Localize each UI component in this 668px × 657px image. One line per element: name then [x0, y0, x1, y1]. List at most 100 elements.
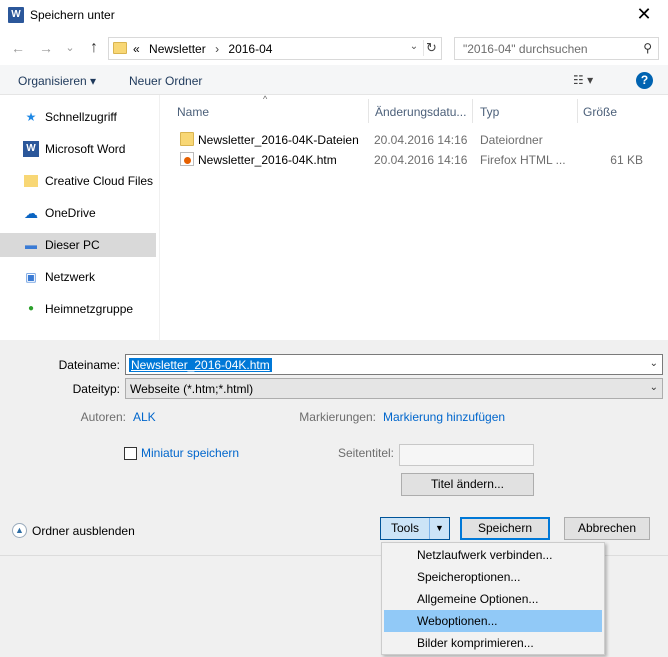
- hide-folders-label: Ordner ausblenden: [32, 524, 135, 538]
- sidebar-item-label: Schnellzugriff: [45, 110, 117, 124]
- breadcrumb-2016-04[interactable]: 2016-04: [228, 42, 272, 56]
- sidebar-item-label: Heimnetzgruppe: [45, 302, 134, 316]
- navigation-bar: ← → ⌄ ↑ « Newsletter › 2016-04 ⌄ ↻ "2016…: [0, 31, 668, 65]
- star-icon: ★: [25, 110, 37, 124]
- breadcrumb-separator-icon: ›: [215, 42, 220, 56]
- command-bar: Organisieren ▾ Neuer Ordner ☷ ▾ ?: [0, 65, 668, 95]
- chevron-down-icon[interactable]: ⌄: [650, 358, 658, 369]
- up-arrow-icon[interactable]: ↑: [84, 38, 104, 58]
- breadcrumb: « Newsletter › 2016-04: [133, 42, 278, 56]
- authors-value[interactable]: ALK: [133, 410, 156, 424]
- title-bar: W Speichern unter ✕: [0, 0, 668, 31]
- breadcrumb-overflow[interactable]: «: [133, 42, 140, 56]
- filename-field[interactable]: Newsletter_2016-04K.htm ⌄: [125, 354, 663, 375]
- authors-label: Autoren:: [80, 410, 126, 424]
- file-name: Newsletter_2016-04K.htm: [198, 153, 337, 167]
- new-folder-button[interactable]: Neuer Ordner: [129, 74, 202, 88]
- sidebar-item-creative-cloud[interactable]: ▭ Creative Cloud Files: [0, 169, 156, 193]
- column-header-name[interactable]: Name: [177, 105, 209, 119]
- sidebar-item-label: Creative Cloud Files: [45, 174, 154, 188]
- tools-menu: Netzlaufwerk verbinden... Speicheroption…: [381, 542, 605, 655]
- chevron-down-icon[interactable]: ⌄: [407, 41, 421, 52]
- file-type: Dateiordner: [480, 133, 543, 147]
- sidebar-item-onedrive[interactable]: ☁ OneDrive: [0, 201, 156, 225]
- menu-item-compress-pictures[interactable]: Bilder komprimieren...: [384, 632, 602, 654]
- sidebar-item-label: Microsoft Word: [45, 142, 126, 156]
- refresh-icon[interactable]: ↻: [423, 40, 439, 56]
- sidebar-item-this-pc[interactable]: ▬ Dieser PC: [0, 233, 156, 257]
- search-icon[interactable]: ⚲: [643, 41, 652, 55]
- file-name: Newsletter_2016-04K-Dateien: [198, 133, 359, 147]
- filename-value: Newsletter_2016-04K.htm: [129, 358, 272, 372]
- tags-label: Markierungen:: [299, 410, 376, 424]
- table-row[interactable]: Newsletter_2016-04K-Dateien 20.04.2016 1…: [176, 130, 660, 150]
- cancel-button[interactable]: Abbrechen: [564, 517, 650, 540]
- word-icon: W: [23, 141, 39, 157]
- file-date: 20.04.2016 14:16: [374, 133, 468, 147]
- filetype-label: Dateityp:: [72, 382, 120, 396]
- sort-ascending-icon: ^: [263, 94, 268, 104]
- sidebar-item-microsoft-word[interactable]: W Microsoft Word: [0, 137, 156, 161]
- close-icon[interactable]: ✕: [632, 4, 656, 25]
- filetype-value: Webseite (*.htm;*.html): [130, 382, 254, 396]
- menu-item-map-network-drive[interactable]: Netzlaufwerk verbinden...: [384, 544, 602, 566]
- file-list: ^ Name Änderungsdatu... Typ Größe Newsle…: [168, 94, 668, 340]
- filename-label: Dateiname:: [58, 358, 120, 372]
- chevron-up-icon: ▲: [12, 523, 27, 538]
- save-button[interactable]: Speichern: [460, 517, 550, 540]
- tools-button[interactable]: Tools ▼: [380, 517, 450, 540]
- folder-icon: [113, 42, 127, 54]
- word-app-icon: W: [8, 7, 24, 23]
- forward-arrow-icon[interactable]: →: [36, 38, 56, 58]
- firefox-html-file-icon: [180, 152, 194, 166]
- menu-item-web-options[interactable]: Weboptionen...: [384, 610, 602, 632]
- folder-icon: [180, 132, 194, 146]
- file-type: Firefox HTML ...: [480, 153, 566, 167]
- folder-icon: ▭: [24, 175, 38, 187]
- address-bar[interactable]: « Newsletter › 2016-04 ⌄ ↻: [108, 37, 442, 60]
- organize-menu-button[interactable]: Organisieren ▾: [18, 74, 96, 88]
- homegroup-icon: ●: [27, 303, 35, 314]
- sidebar-item-quick-access[interactable]: ★ Schnellzugriff: [0, 105, 156, 129]
- search-placeholder: "2016-04" durchsuchen: [463, 42, 588, 56]
- change-title-button[interactable]: Titel ändern...: [401, 473, 534, 496]
- help-icon[interactable]: ?: [636, 72, 653, 89]
- chevron-down-icon[interactable]: ▼: [429, 518, 449, 539]
- column-divider[interactable]: [472, 99, 473, 123]
- column-header-date[interactable]: Änderungsdatu...: [375, 105, 466, 119]
- tools-label: Tools: [391, 521, 420, 535]
- filetype-select[interactable]: Webseite (*.htm;*.html) ⌄: [125, 378, 663, 399]
- page-title-label: Seitentitel:: [337, 446, 394, 460]
- thumbnail-label[interactable]: Miniatur speichern: [141, 446, 239, 460]
- menu-item-save-options[interactable]: Speicheroptionen...: [384, 566, 602, 588]
- sidebar-item-network[interactable]: ▣ Netzwerk: [0, 265, 156, 289]
- column-header-size[interactable]: Größe: [583, 105, 617, 119]
- window-title: Speichern unter: [30, 8, 115, 22]
- add-tag-link[interactable]: Markierung hinzufügen: [383, 410, 505, 424]
- chevron-down-icon: ⌄: [649, 382, 658, 393]
- network-icon: ▣: [25, 270, 37, 284]
- sidebar-item-label: Dieser PC: [45, 238, 100, 252]
- column-divider[interactable]: [577, 99, 578, 123]
- file-size: 61 KB: [610, 153, 643, 167]
- table-row[interactable]: Newsletter_2016-04K.htm 20.04.2016 14:16…: [176, 150, 660, 170]
- save-form: Dateiname: Newsletter_2016-04K.htm ⌄ Dat…: [0, 340, 668, 555]
- column-header-type[interactable]: Typ: [480, 105, 499, 119]
- back-arrow-icon[interactable]: ←: [8, 38, 28, 58]
- main-pane: ★ Schnellzugriff W Microsoft Word ▭ Crea…: [0, 94, 668, 340]
- sidebar-item-label: Netzwerk: [45, 270, 96, 284]
- menu-item-general-options[interactable]: Allgemeine Optionen...: [384, 588, 602, 610]
- computer-icon: ▬: [25, 238, 37, 252]
- cloud-icon: ☁: [24, 205, 38, 221]
- sidebar-item-label: OneDrive: [45, 206, 96, 220]
- recent-locations-chevron-icon[interactable]: ⌄: [60, 38, 80, 58]
- breadcrumb-newsletter[interactable]: Newsletter: [149, 42, 206, 56]
- sidebar-item-homegroup[interactable]: ● Heimnetzgruppe: [0, 297, 156, 321]
- search-input[interactable]: "2016-04" durchsuchen ⚲: [454, 37, 659, 60]
- navigation-pane: ★ Schnellzugriff W Microsoft Word ▭ Crea…: [0, 95, 160, 340]
- thumbnail-checkbox[interactable]: [124, 447, 137, 460]
- page-title-field: [399, 444, 534, 466]
- column-divider[interactable]: [368, 99, 369, 123]
- file-date: 20.04.2016 14:16: [374, 153, 468, 167]
- view-options-icon[interactable]: ☷ ▾: [573, 73, 593, 87]
